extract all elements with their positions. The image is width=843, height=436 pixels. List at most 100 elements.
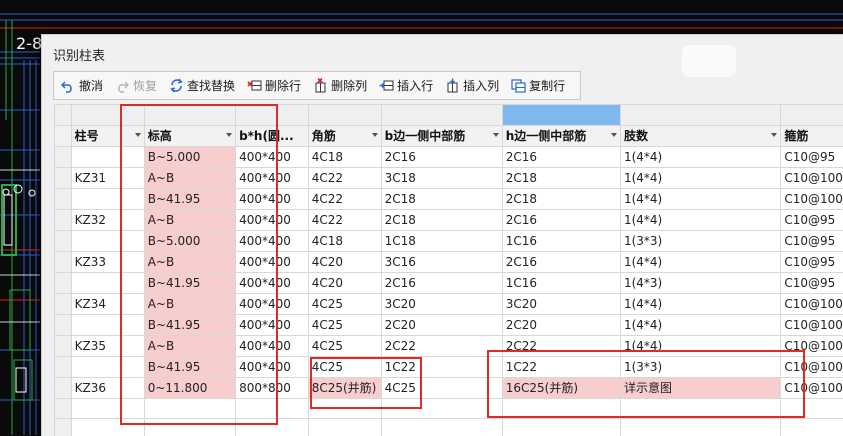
delete-column-button[interactable]: 删除列 xyxy=(306,72,372,99)
header-stirrup[interactable]: 箍筋 xyxy=(781,126,843,147)
delete-column-label: 删除列 xyxy=(331,77,367,94)
cell-h-side-bars[interactable]: 2C18 xyxy=(502,168,620,189)
column-select-cell-selected[interactable] xyxy=(502,105,620,126)
column-select-cell[interactable] xyxy=(620,105,780,126)
cell-leg-count[interactable]: 1(4*4) xyxy=(620,168,780,189)
insert-column-button[interactable]: 插入列 xyxy=(438,72,504,99)
insert-row-icon xyxy=(378,78,394,94)
row-header-cell[interactable] xyxy=(55,315,72,336)
cell-h-side-bars[interactable]: 1C16 xyxy=(502,273,620,294)
cell-b-side-bars[interactable]: 2C16 xyxy=(381,147,502,168)
cell-corner-bars[interactable]: 4C25 xyxy=(308,315,381,336)
redo-button[interactable]: 恢复 xyxy=(108,72,162,99)
cell-corner-bars[interactable]: 4C25 xyxy=(308,294,381,315)
cell-h-side-bars[interactable] xyxy=(502,419,620,436)
cell-leg-count[interactable]: 1(4*4) xyxy=(620,189,780,210)
header-corner-bars[interactable]: 角筋 xyxy=(308,126,381,147)
row-header-cell[interactable] xyxy=(55,231,72,252)
row-header-cell[interactable] xyxy=(55,378,72,399)
cell-leg-count[interactable]: 1(4*4) xyxy=(620,210,780,231)
cell-leg-count[interactable]: 1(4*4) xyxy=(620,294,780,315)
cell-h-side-bars[interactable]: 2C20 xyxy=(502,315,620,336)
row-header-cell[interactable] xyxy=(55,252,72,273)
cell-corner-bars[interactable] xyxy=(308,419,381,436)
cell-b-side-bars[interactable]: 3C20 xyxy=(381,294,502,315)
cell-corner-bars[interactable]: 4C20 xyxy=(308,273,381,294)
cell-b-side-bars[interactable]: 2C22 xyxy=(381,336,502,357)
row-header-cell[interactable] xyxy=(55,210,72,231)
cell-b-side-bars[interactable] xyxy=(381,419,502,436)
copy-row-label: 复制行 xyxy=(529,77,565,94)
cell-h-side-bars[interactable]: 2C16 xyxy=(502,210,620,231)
header-b-side-bars[interactable]: b边一侧中部筋 xyxy=(381,126,502,147)
header-h-side-bars[interactable]: h边一侧中部筋 xyxy=(502,126,620,147)
row-header-cell[interactable] xyxy=(55,357,72,378)
cell-stirrup[interactable]: C10@95 xyxy=(781,273,843,294)
row-header-cell[interactable] xyxy=(55,273,72,294)
find-replace-icon xyxy=(168,78,184,94)
dropdown-arrow-icon[interactable] xyxy=(611,133,617,137)
annotation-box-h-side-bars xyxy=(487,350,805,418)
cell-b-side-bars[interactable]: 2C16 xyxy=(381,273,502,294)
row-header-cell[interactable] xyxy=(55,294,72,315)
cell-b-side-bars[interactable]: 2C18 xyxy=(381,189,502,210)
cell-b-side-bars[interactable]: 3C16 xyxy=(381,252,502,273)
dropdown-arrow-icon[interactable] xyxy=(372,133,378,137)
undo-button[interactable]: 撤消 xyxy=(54,72,108,99)
cell-corner-bars[interactable]: 4C25 xyxy=(308,336,381,357)
row-header-cell[interactable] xyxy=(55,419,72,436)
cell-corner-bars[interactable]: 4C18 xyxy=(308,231,381,252)
cell-corner-bars[interactable]: 4C22 xyxy=(308,168,381,189)
row-header-cell[interactable] xyxy=(55,147,72,168)
cell-b-side-bars[interactable]: 2C20 xyxy=(381,315,502,336)
cell-leg-count[interactable]: 1(3*3) xyxy=(620,231,780,252)
cell-leg-count[interactable]: 1(4*4) xyxy=(620,315,780,336)
annotation-box-elevation xyxy=(120,104,278,425)
cell-h-side-bars[interactable]: 3C20 xyxy=(502,294,620,315)
dropdown-arrow-icon[interactable] xyxy=(771,133,777,137)
insert-row-button[interactable]: 插入行 xyxy=(372,72,438,99)
cell-leg-count[interactable]: 1(4*4) xyxy=(620,147,780,168)
cell-corner-bars[interactable]: 4C22 xyxy=(308,210,381,231)
cell-h-side-bars[interactable]: 1C16 xyxy=(502,231,620,252)
cell-b-side-bars[interactable]: 1C18 xyxy=(381,231,502,252)
cell-corner-bars[interactable]: 4C22 xyxy=(308,189,381,210)
copy-row-button[interactable]: 复制行 xyxy=(504,72,570,99)
cell-leg-count[interactable]: 1(4*4) xyxy=(620,252,780,273)
corner-cell xyxy=(55,105,72,126)
delete-row-icon xyxy=(246,78,262,94)
cell-stirrup[interactable] xyxy=(781,419,843,436)
cell-h-side-bars[interactable]: 2C18 xyxy=(502,189,620,210)
cell-stirrup[interactable]: C10@95 xyxy=(781,252,843,273)
row-header-cell[interactable] xyxy=(55,168,72,189)
delete-row-button[interactable]: 删除行 xyxy=(240,72,306,99)
copy-row-icon xyxy=(510,78,526,94)
column-select-cell[interactable] xyxy=(781,105,843,126)
header-label: 箍筋 xyxy=(784,129,808,143)
cell-stirrup[interactable]: C10@95 xyxy=(781,210,843,231)
cell-stirrup[interactable]: C10@100 xyxy=(781,294,843,315)
cell-b-side-bars[interactable]: 3C18 xyxy=(381,168,502,189)
header-leg-count[interactable]: 肢数 xyxy=(620,126,780,147)
header-label: 肢数 xyxy=(624,129,648,143)
cell-stirrup[interactable]: C10@95 xyxy=(781,231,843,252)
cell-corner-bars[interactable]: 4C18 xyxy=(308,147,381,168)
insert-column-label: 插入列 xyxy=(463,77,499,94)
column-select-cell[interactable] xyxy=(381,105,502,126)
cell-stirrup[interactable]: C10@100 xyxy=(781,168,843,189)
cell-stirrup[interactable]: C10@95 xyxy=(781,147,843,168)
column-select-cell[interactable] xyxy=(308,105,381,126)
cell-corner-bars[interactable]: 4C20 xyxy=(308,252,381,273)
dropdown-arrow-icon[interactable] xyxy=(493,133,499,137)
cell-leg-count[interactable]: 1(4*3) xyxy=(620,273,780,294)
row-header-cell[interactable] xyxy=(55,189,72,210)
find-replace-button[interactable]: 查找替换 xyxy=(162,72,240,99)
cell-b-side-bars[interactable]: 2C18 xyxy=(381,210,502,231)
cell-stirrup[interactable]: C10@100 xyxy=(781,189,843,210)
row-header-cell[interactable] xyxy=(55,336,72,357)
cell-stirrup[interactable]: C10@100 xyxy=(781,315,843,336)
cell-leg-count[interactable] xyxy=(620,419,780,436)
row-header-cell[interactable] xyxy=(55,399,72,419)
cell-h-side-bars[interactable]: 2C16 xyxy=(502,252,620,273)
cell-h-side-bars[interactable]: 2C16 xyxy=(502,147,620,168)
